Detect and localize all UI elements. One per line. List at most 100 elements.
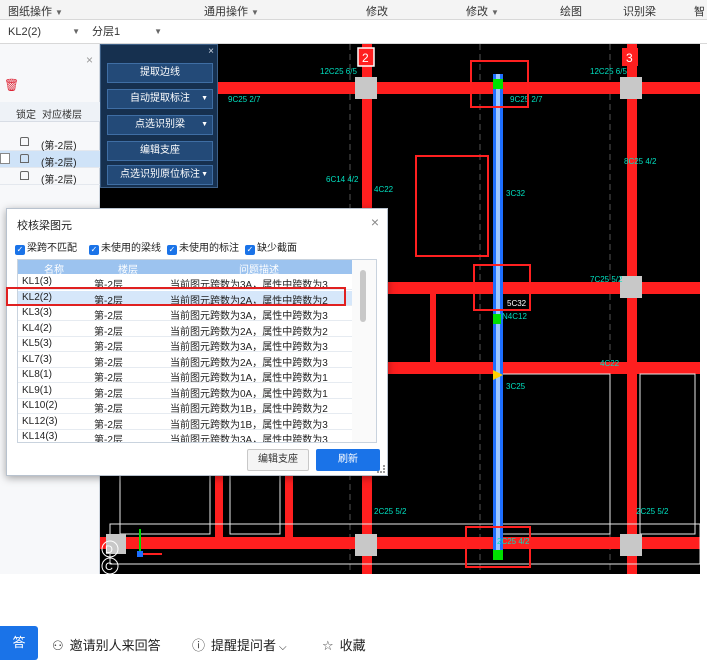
pick-identify-beam-button[interactable]: 点选识别梁 ▼: [107, 115, 213, 135]
cell-floor: 第-2层: [94, 419, 123, 431]
cell-name: KL7(3): [22, 353, 53, 365]
auto-extract-label-button[interactable]: 自动提取标注 ▼: [107, 89, 213, 109]
cell-description: 当前图元跨数为1B，属性中跨数为2: [170, 404, 328, 415]
menu-drawing-ops[interactable]: 图纸操作 ▼: [8, 3, 63, 19]
chevron-down-icon: ⌵: [279, 642, 287, 653]
svg-text:2C25 4/2: 2C25 4/2: [497, 537, 530, 546]
lock-icon[interactable]: [20, 154, 29, 163]
dialog-title: 校核梁图元: [17, 220, 72, 232]
check-unused-labels[interactable]: ✓ 未使用的标注: [167, 239, 239, 255]
menu-modify-1[interactable]: 修改: [366, 3, 388, 19]
resize-handle-icon[interactable]: [377, 465, 385, 473]
collect-button[interactable]: ☆ 收藏: [322, 635, 366, 654]
lock-icon[interactable]: [20, 137, 29, 146]
left-panel-header: 锁定 对应楼层: [0, 102, 100, 122]
list-item[interactable]: (第-2层): [0, 168, 100, 186]
menu-bar: 图纸操作 ▼ 通用操作 ▼ 修改 修改 ▼ 绘图 识别梁 智: [0, 0, 707, 20]
checkbox-checked-icon: ✓: [15, 245, 25, 255]
svg-text:N4C12: N4C12: [502, 312, 527, 321]
cell-description: 当前图元跨数为2A，属性中跨数为2: [170, 326, 328, 338]
checkbox[interactable]: [0, 153, 10, 164]
invite-answer-button[interactable]: ⚇ 邀请别人来回答: [52, 635, 161, 654]
svg-text:4C22: 4C22: [374, 185, 394, 194]
cell-description: 当前图元跨数为0A，属性中跨数为1: [170, 388, 328, 400]
menu-common-ops[interactable]: 通用操作 ▼: [204, 3, 259, 19]
svg-text:2: 2: [362, 51, 369, 65]
check-missing-section[interactable]: ✓ 缺少截面: [245, 239, 297, 255]
lock-icon[interactable]: [20, 171, 29, 180]
answer-button[interactable]: 答: [0, 626, 38, 660]
cell-floor: 第-2层: [94, 342, 123, 353]
menu-smart[interactable]: 智: [694, 3, 705, 19]
menu-identify-beam[interactable]: 识别梁: [623, 3, 656, 19]
svg-text:9C25 2/7: 9C25 2/7: [228, 95, 261, 104]
cell-name: KL5(3): [22, 338, 53, 349]
cell-name: KL9(1): [22, 384, 53, 396]
remind-asker-button[interactable]: ⓘ 提醒提问者 ⌵: [192, 635, 287, 654]
svg-text:4C22: 4C22: [600, 359, 620, 368]
table-row[interactable]: KL7(3) 第-2层 当前图元跨数为2A，属性中跨数为3: [18, 353, 352, 369]
list-item[interactable]: (第-2层): [0, 134, 100, 152]
element-select[interactable]: KL2(2) ▼: [2, 23, 84, 41]
cell-description: 当前图元跨数为3A，属性中跨数为3: [170, 342, 328, 353]
cell-name: KL14(3): [22, 431, 58, 442]
cell-floor: 第-2层: [94, 373, 123, 384]
svg-text:2C25 5/2: 2C25 5/2: [636, 507, 669, 516]
table-row[interactable]: KL8(1) 第-2层 当前图元跨数为1A，属性中跨数为1: [18, 368, 352, 384]
chevron-down-icon[interactable]: ▼: [201, 166, 208, 184]
scrollbar[interactable]: [352, 260, 376, 442]
element-toolbar: KL2(2) ▼ 分层1 ▼: [0, 20, 707, 44]
table-row[interactable]: KL5(3) 第-2层 当前图元跨数为3A，属性中跨数为3: [18, 337, 352, 353]
edit-support-button[interactable]: 编辑支座: [247, 449, 309, 471]
check-unused-beam-lines[interactable]: ✓ 未使用的梁线: [89, 239, 161, 255]
svg-text:12C25 6/5: 12C25 6/5: [320, 67, 357, 76]
table-row[interactable]: KL12(3) 第-2层 当前图元跨数为1B，属性中跨数为3: [18, 415, 352, 431]
scrollbar-thumb[interactable]: [360, 270, 366, 322]
close-icon[interactable]: ×: [371, 214, 379, 230]
chevron-down-icon[interactable]: ▼: [201, 116, 208, 134]
svg-text:3: 3: [626, 51, 633, 65]
svg-text:12C25 6/5: 12C25 6/5: [590, 67, 627, 76]
chevron-down-icon[interactable]: ▼: [201, 90, 208, 108]
close-icon[interactable]: ×: [86, 53, 93, 67]
cell-name: KL8(1): [22, 369, 53, 380]
tool-palette: × 提取边线 自动提取标注 ▼ 点选识别梁 ▼ 编辑支座 点选识别原位标注 ▼: [100, 44, 218, 188]
cell-name: KL10(2): [22, 400, 58, 411]
edit-support-button[interactable]: 编辑支座: [107, 141, 213, 161]
checkbox-checked-icon: ✓: [167, 245, 177, 255]
cell-name: KL12(3): [22, 415, 58, 427]
table-row[interactable]: KL9(1) 第-2层 当前图元跨数为0A，属性中跨数为1: [18, 384, 352, 400]
svg-text:5C32: 5C32: [507, 299, 527, 308]
check-span-mismatch[interactable]: ✓ 梁跨不匹配: [15, 239, 77, 255]
table-row[interactable]: KL10(2) 第-2层 当前图元跨数为1B，属性中跨数为2: [18, 399, 352, 415]
extract-edge-button[interactable]: 提取边线: [107, 63, 213, 83]
svg-text:8C25 4/2: 8C25 4/2: [624, 157, 657, 166]
checkbox-checked-icon: ✓: [89, 245, 99, 255]
table-row[interactable]: KL3(3) 第-2层 当前图元跨数为3A，属性中跨数为3: [18, 306, 352, 322]
table-row[interactable]: KL4(2) 第-2层 当前图元跨数为2A，属性中跨数为2: [18, 322, 352, 338]
menu-modify-2[interactable]: 修改 ▼: [466, 3, 499, 19]
refresh-button[interactable]: 刷新: [316, 449, 380, 471]
cell-description: 当前图元跨数为1A，属性中跨数为1: [170, 373, 328, 384]
cell-floor: 第-2层: [94, 357, 123, 369]
info-icon: ⓘ: [192, 638, 206, 653]
col-floor: 对应楼层: [42, 110, 82, 121]
table-header: 名称 楼层 问题描述: [18, 260, 352, 276]
star-icon: ☆: [322, 638, 334, 653]
close-icon[interactable]: ×: [208, 46, 214, 57]
cell-name: KL3(3): [22, 307, 53, 318]
list-item[interactable]: (第-2层): [0, 151, 100, 169]
svg-text:3C25: 3C25: [506, 382, 526, 391]
svg-text:6C14 4/2: 6C14 4/2: [326, 175, 359, 184]
pick-identify-inplace-label-button[interactable]: 点选识别原位标注 ▼: [107, 165, 213, 185]
svg-text:2C25 5/2: 2C25 5/2: [374, 507, 407, 516]
menu-draw[interactable]: 绘图: [560, 3, 582, 19]
svg-text:3C32: 3C32: [506, 189, 526, 198]
cell-floor: 第-2层: [94, 404, 123, 415]
layer-select[interactable]: 分层1 ▼: [86, 23, 166, 41]
checkbox-checked-icon: ✓: [245, 245, 255, 255]
cell-name: KL4(2): [22, 322, 53, 334]
trash-icon[interactable]: 🗑: [4, 78, 19, 92]
bottom-action-bar: 答 ⚇ 邀请别人来回答 ⓘ 提醒提问者 ⌵ ☆ 收藏: [0, 620, 707, 660]
table-row[interactable]: KL14(3) 第-2层 当前图元跨数为3A，属性中跨数为3: [18, 430, 352, 442]
